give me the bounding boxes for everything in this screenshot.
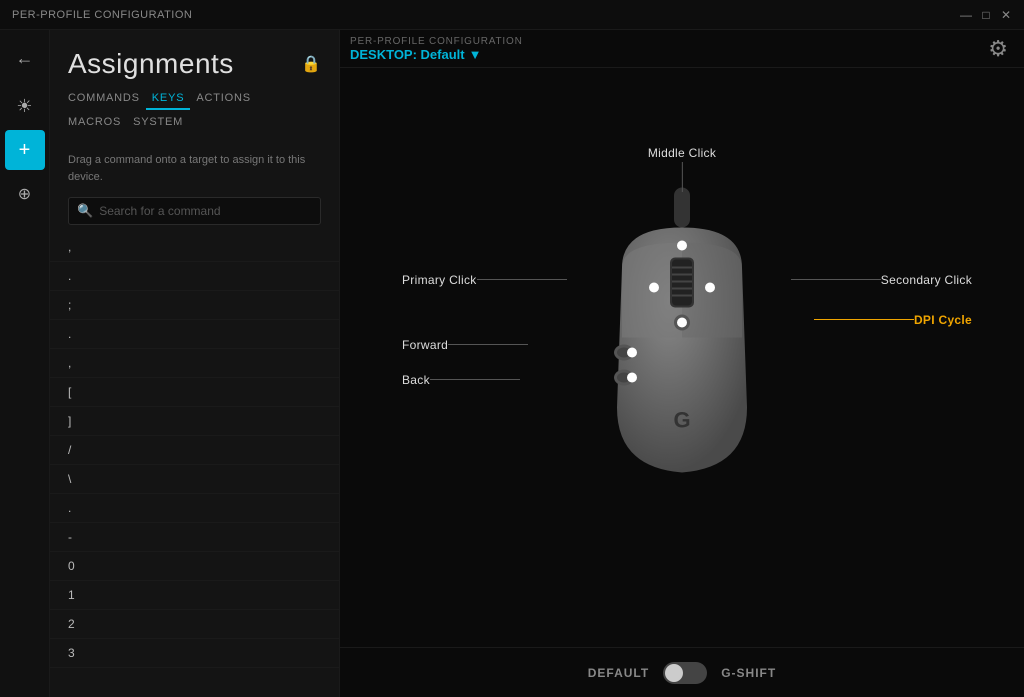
mouse-diagram: G Middle Click: [382, 118, 982, 598]
back-button[interactable]: ←: [5, 38, 45, 78]
title-bar-controls: — □ ✕: [960, 9, 1012, 21]
close-btn[interactable]: ✕: [1000, 9, 1012, 21]
dropdown-icon: ▼: [469, 47, 482, 62]
list-item[interactable]: ;: [50, 291, 339, 320]
minimize-btn[interactable]: —: [960, 9, 972, 21]
forward-label: Forward: [402, 338, 528, 352]
search-input[interactable]: [99, 204, 312, 218]
crosshair-icon: ⊕: [18, 184, 31, 204]
panel: Assignments 🔒 COMMANDS KEYS ACTIONS MACR…: [50, 30, 340, 697]
list-item[interactable]: \: [50, 465, 339, 494]
list-item[interactable]: ,: [50, 349, 339, 378]
list-item[interactable]: [: [50, 378, 339, 407]
list-item[interactable]: 3: [50, 639, 339, 668]
title-bar-text: PER-PROFILE CONFIGURATION: [12, 9, 192, 21]
drag-hint: Drag a command onto a target to assign i…: [50, 142, 339, 193]
tab-row-2: MACROS SYSTEM: [50, 110, 339, 142]
profile-name-btn[interactable]: DESKTOP: Default ▼: [350, 47, 523, 62]
list-item[interactable]: /: [50, 436, 339, 465]
lock-icon: 🔒: [301, 54, 321, 74]
list-item[interactable]: ]: [50, 407, 339, 436]
key-list: , . ; . , [ ] / \ . - 0 1 2 3: [50, 233, 339, 697]
panel-header: Assignments 🔒: [50, 30, 339, 88]
toggle-knob: [665, 664, 683, 682]
restore-btn[interactable]: □: [980, 9, 992, 21]
app-layout: ← ☀ + ⊕ Assignments 🔒 COMMANDS KEYS ACTI…: [0, 30, 1024, 697]
tab-commands[interactable]: COMMANDS: [68, 88, 146, 110]
default-label: DEFAULT: [588, 666, 649, 680]
primary-click-label: Primary Click: [402, 273, 567, 287]
list-item[interactable]: 0: [50, 552, 339, 581]
main-topbar: PER-PROFILE CONFIGURATION DESKTOP: Defau…: [340, 30, 1024, 68]
search-box: 🔍: [68, 197, 321, 225]
tab-macros[interactable]: MACROS: [68, 112, 127, 132]
list-item[interactable]: 2: [50, 610, 339, 639]
forward-text: Forward: [402, 338, 448, 352]
tab-system[interactable]: SYSTEM: [127, 112, 189, 132]
list-item[interactable]: 1: [50, 581, 339, 610]
middle-click-text: Middle Click: [648, 146, 716, 160]
tab-actions[interactable]: ACTIONS: [190, 88, 257, 110]
profile-name-text: DESKTOP: Default: [350, 47, 465, 62]
panel-title: Assignments: [68, 48, 234, 80]
settings-btn[interactable]: ⚙: [988, 36, 1008, 62]
dpi-btn[interactable]: ⊕: [5, 174, 45, 214]
lighting-btn[interactable]: ☀: [5, 86, 45, 126]
middle-click-label: Middle Click: [648, 146, 716, 192]
svg-text:G: G: [673, 407, 690, 432]
tab-keys[interactable]: KEYS: [146, 88, 191, 110]
primary-click-text: Primary Click: [402, 273, 477, 287]
profile-selector: PER-PROFILE CONFIGURATION DESKTOP: Defau…: [350, 36, 523, 62]
list-item[interactable]: ,: [50, 233, 339, 262]
list-item[interactable]: .: [50, 320, 339, 349]
config-label: PER-PROFILE CONFIGURATION: [350, 36, 523, 47]
back-text: Back: [402, 373, 430, 387]
gshift-label: G-SHIFT: [721, 666, 776, 680]
dpi-cycle-text: DPI Cycle: [914, 313, 972, 327]
dpi-cycle-label: DPI Cycle: [814, 313, 972, 327]
list-item[interactable]: .: [50, 262, 339, 291]
mouse-svg: G: [592, 187, 772, 497]
toggle-switch[interactable]: [663, 662, 707, 684]
sun-icon: ☀: [16, 96, 32, 117]
secondary-click-text: Secondary Click: [881, 273, 972, 287]
title-bar: PER-PROFILE CONFIGURATION — □ ✕: [0, 0, 1024, 30]
icon-sidebar: ← ☀ + ⊕: [0, 30, 50, 697]
plus-icon: +: [19, 139, 31, 162]
add-btn[interactable]: +: [5, 130, 45, 170]
list-item[interactable]: .: [50, 494, 339, 523]
tab-row-1: COMMANDS KEYS ACTIONS: [50, 88, 339, 110]
search-icon: 🔍: [77, 203, 93, 219]
bottom-bar: DEFAULT G-SHIFT: [340, 647, 1024, 697]
main-area: PER-PROFILE CONFIGURATION DESKTOP: Defau…: [340, 30, 1024, 697]
mouse-canvas: G Middle Click: [340, 68, 1024, 647]
back-label: Back: [402, 373, 520, 387]
list-item[interactable]: -: [50, 523, 339, 552]
secondary-click-label: Secondary Click: [791, 273, 972, 287]
